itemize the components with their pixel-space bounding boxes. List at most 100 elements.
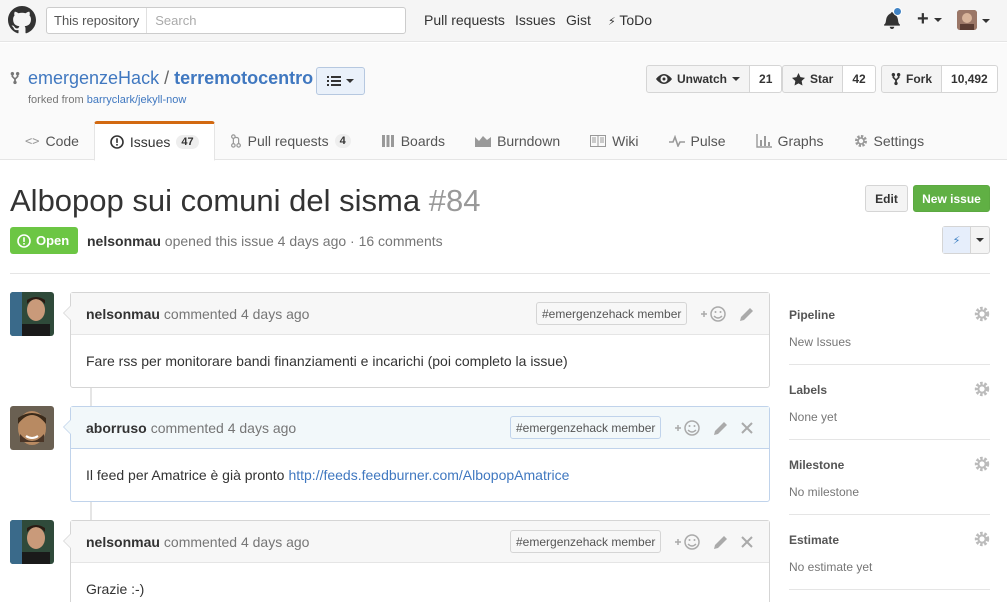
fork-button[interactable]: Fork [881, 65, 943, 93]
stargazers-count[interactable]: 42 [843, 65, 876, 93]
close-icon[interactable] [738, 419, 756, 437]
add-reaction-icon[interactable] [672, 419, 702, 437]
boards-icon [381, 135, 394, 147]
fork-icon [891, 72, 901, 86]
tab-burndown[interactable]: Burndown [460, 122, 575, 160]
nav-todo[interactable]: ⚡︎ ToDo [608, 12, 652, 28]
pencil-icon[interactable] [712, 533, 730, 551]
tab-pull-requests[interactable]: Pull requests 4 [215, 122, 366, 160]
issue-meta: nelsonmau opened this issue 4 days ago ·… [87, 233, 443, 249]
comment-text: Fare rss per monitorare bandi finanziame… [86, 353, 568, 369]
star-label: Star [810, 72, 834, 86]
comment-text: Grazie :-) [86, 581, 145, 597]
tab-wiki-label: Wiki [612, 133, 639, 149]
comment-author-link[interactable]: nelsonmau [86, 306, 160, 322]
edit-button[interactable]: Edit [865, 185, 908, 212]
repo-title: emergenzeHack / terremotocentro [28, 68, 313, 89]
search-box: This repository [46, 7, 406, 34]
comment-timestamp[interactable]: commented 4 days ago [164, 534, 310, 550]
code-icon: <> [25, 134, 40, 148]
chevron-down-icon [346, 79, 354, 83]
fork-group: Fork 10,492 [881, 65, 998, 93]
gear-icon[interactable] [974, 306, 990, 322]
tab-pull-requests-label: Pull requests [247, 133, 329, 149]
nav-issues[interactable]: Issues [515, 12, 555, 28]
comment-text: Il feed per Amatrice è già pronto [86, 467, 285, 483]
create-new-menu[interactable]: + [917, 8, 943, 31]
tab-issues[interactable]: Issues 47 [93, 121, 215, 161]
user-menu-chevron-icon[interactable] [982, 19, 990, 23]
tab-boards[interactable]: Boards [366, 122, 460, 160]
pull-request-icon [230, 134, 241, 148]
issue-title-text: Albopop sui comuni del sisma [10, 183, 421, 218]
search-input[interactable] [147, 13, 398, 28]
zenhub-icon-section: ⚡︎ [943, 227, 971, 253]
sidebar-value: No estimate yet [789, 560, 873, 574]
pencil-icon[interactable] [738, 305, 756, 323]
chevron-down-icon [732, 77, 741, 81]
pull-requests-counter: 4 [334, 134, 351, 148]
repo-owner-link[interactable]: emergenzeHack [28, 68, 159, 88]
sidebar-heading: Milestone [789, 458, 845, 472]
comment-timestamp[interactable]: commented 4 days ago [151, 420, 297, 436]
issue-author-link[interactable]: nelsonmau [87, 233, 161, 249]
gear-icon[interactable] [974, 381, 990, 397]
tab-issues-label: Issues [129, 134, 171, 150]
gear-icon [854, 135, 867, 147]
tab-settings[interactable]: Settings [839, 122, 940, 160]
sidebar-value: No milestone [789, 485, 860, 499]
comment-author-link[interactable]: aborruso [86, 420, 147, 436]
zenhub-menu-button[interactable]: ⚡︎ [942, 226, 990, 254]
pencil-icon[interactable] [712, 419, 730, 437]
tab-code[interactable]: <> Code [10, 122, 94, 160]
user-avatar[interactable] [957, 10, 977, 30]
sidebar-value: None yet [789, 410, 838, 424]
repo-title-separator: / [164, 68, 170, 88]
nav-gist[interactable]: Gist [566, 12, 591, 28]
fork-label: Fork [906, 72, 933, 86]
close-icon[interactable] [738, 533, 756, 551]
comment-timestamp[interactable]: commented 4 days ago [164, 306, 310, 322]
repo-list-menu-button[interactable] [316, 67, 365, 95]
tab-wiki[interactable]: Wiki [575, 122, 653, 160]
issue-state-badge: Open [10, 227, 78, 254]
add-reaction-icon[interactable] [698, 305, 728, 323]
sidebar-estimate: Estimate No estimate yet [789, 515, 990, 590]
pulse-icon [668, 135, 685, 147]
comment-author-link[interactable]: nelsonmau [86, 534, 160, 550]
tab-boards-label: Boards [400, 133, 446, 149]
add-reaction-icon[interactable] [672, 533, 702, 551]
tab-graphs[interactable]: Graphs [741, 122, 839, 160]
new-issue-button[interactable]: New issue [913, 185, 990, 212]
comment-avatar[interactable] [10, 406, 54, 450]
sidebar-value: New Issues [789, 335, 852, 349]
comment-header: aborruso commented 4 days ago #emergenze… [71, 407, 769, 449]
nav-todo-label: ToDo [619, 12, 653, 28]
nav-pull-requests[interactable]: Pull requests [424, 12, 505, 28]
forks-count[interactable]: 10,492 [942, 65, 998, 93]
comment-avatar[interactable] [10, 520, 54, 564]
member-badge: #emergenzehack member [510, 530, 662, 553]
forked-from: forked from barryclark/jekyll-now [28, 94, 186, 106]
comment-card: aborruso commented 4 days ago #emergenze… [63, 406, 770, 502]
chevron-down-icon [976, 238, 984, 242]
github-logo-icon[interactable] [8, 6, 36, 34]
gear-icon[interactable] [974, 456, 990, 472]
unwatch-button[interactable]: Unwatch [646, 65, 751, 93]
star-button[interactable]: Star [782, 65, 844, 93]
gear-icon[interactable] [974, 531, 990, 547]
search-scope-label: This repository [47, 8, 148, 33]
watchers-count[interactable]: 21 [750, 65, 783, 93]
forked-source-link[interactable]: barryclark/jekyll-now [87, 94, 187, 106]
issue-title: Albopop sui comuni del sisma #84 [10, 183, 480, 219]
issue-state-label: Open [36, 233, 70, 248]
tab-pulse[interactable]: Pulse [654, 122, 741, 160]
feed-link[interactable]: http://feeds.feedburner.com/AlbopopAmatr… [288, 467, 569, 483]
comment-avatar[interactable] [10, 292, 54, 336]
star-icon [792, 72, 805, 86]
sidebar-heading: Labels [789, 383, 828, 397]
zenhub-bolt-icon: ⚡︎ [952, 234, 961, 247]
watch-group: Unwatch 21 [646, 65, 783, 93]
repo-name-link[interactable]: terremotocentro [174, 68, 313, 88]
comment-card: nelsonmau commented 4 days ago #emergenz… [63, 520, 770, 602]
